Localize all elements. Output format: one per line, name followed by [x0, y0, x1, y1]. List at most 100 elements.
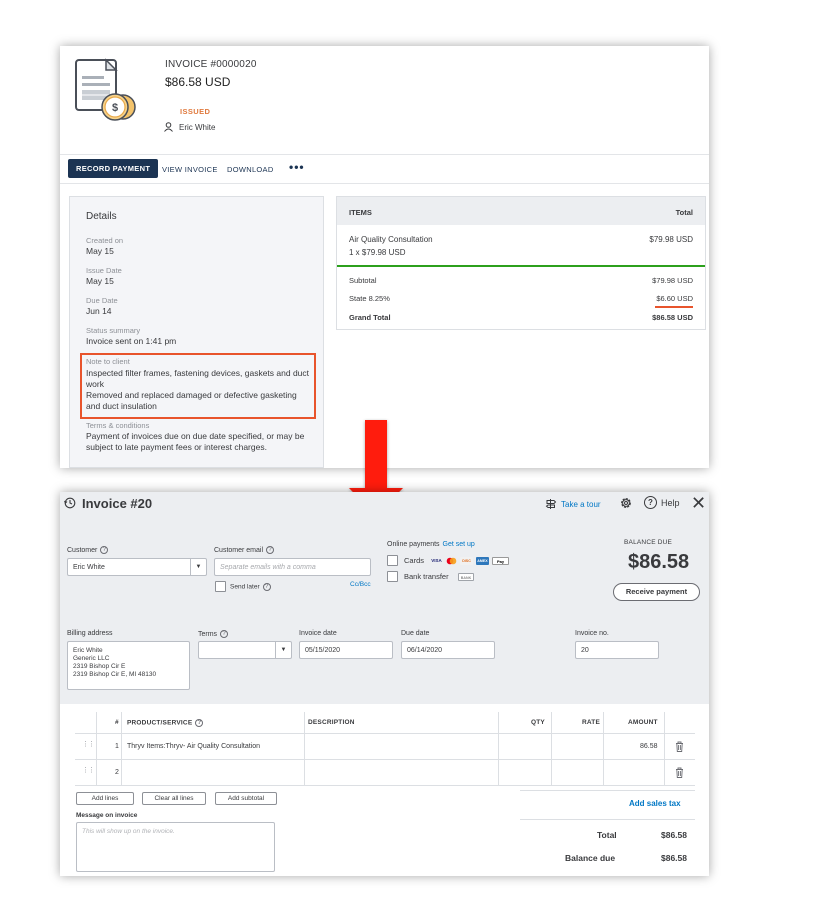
cc-bcc-link[interactable]: Cc/Bcc: [350, 581, 371, 588]
terms-field-label: Terms?: [198, 630, 229, 638]
drag-handle-icon[interactable]: ⋮⋮: [82, 767, 95, 777]
billing-line-2: Generic LLC: [73, 655, 110, 662]
row-number: 1: [115, 743, 119, 750]
chevron-down-icon[interactable]: ▼: [275, 642, 291, 658]
note-text: Inspected filter frames, fastening devic…: [86, 368, 312, 412]
customer-email-input[interactable]: Separate emails with a comma: [214, 558, 371, 576]
svg-text:$: $: [112, 102, 118, 114]
created-value: May 15: [86, 246, 114, 256]
cards-checkbox[interactable]: [387, 555, 398, 566]
billing-address-label: Billing address: [67, 630, 113, 637]
view-invoice-link[interactable]: VIEW INVOICE: [162, 165, 218, 174]
billing-line-1: Eric White: [73, 647, 103, 654]
download-link[interactable]: DOWNLOAD: [227, 165, 274, 174]
help-icon: ?: [644, 496, 657, 509]
customer-name: Eric White: [164, 122, 215, 132]
history-icon[interactable]: [64, 497, 76, 509]
action-bar: RECORD PAYMENT VIEW INVOICE DOWNLOAD •••: [60, 154, 709, 184]
add-sales-tax-link[interactable]: Add sales tax: [629, 799, 681, 808]
col-amount: AMOUNT: [628, 719, 658, 726]
table-row[interactable]: ⋮⋮ 1 Thryv Items:Thryv- Air Quality Cons…: [75, 734, 695, 760]
note-line-1: Inspected filter frames, fastening devic…: [86, 368, 310, 389]
info-icon: ?: [266, 546, 275, 554]
form-title: Invoice #20: [82, 496, 153, 511]
col-product-text: PRODUCT/SERVICE: [127, 719, 193, 727]
customer-email-label-text: Customer email: [214, 546, 264, 554]
due-date-field-label: Due date: [401, 630, 430, 637]
take-a-tour-label: Take a tour: [561, 499, 601, 509]
take-a-tour-link[interactable]: Take a tour: [545, 498, 601, 510]
terms-select[interactable]: ▼: [198, 641, 292, 659]
col-description: DESCRIPTION: [308, 719, 355, 726]
discover-icon: DISC: [460, 557, 473, 565]
drag-handle-icon[interactable]: ⋮⋮: [82, 741, 95, 751]
total-header-label: Total: [675, 208, 693, 217]
invoice-number: INVOICE #0000020: [165, 59, 257, 70]
trash-icon[interactable]: [675, 741, 684, 752]
signpost-icon: [545, 499, 557, 509]
bank-transfer-checkbox[interactable]: [387, 571, 398, 582]
total-value: $86.58: [661, 830, 687, 840]
line-items-header: # PRODUCT/SERVICE? DESCRIPTION QTY RATE …: [75, 712, 695, 734]
item-name: Air Quality Consultation: [349, 235, 433, 244]
send-later-label: Send later?: [230, 583, 271, 591]
subtotal-value: $79.98 USD: [652, 276, 693, 285]
add-lines-button[interactable]: Add lines: [76, 792, 134, 805]
due-date-label: Due Date: [86, 296, 118, 305]
invoice-no-input[interactable]: 20: [575, 641, 659, 659]
invoice-header: $ INVOICE #0000020 $86.58 USD ISSUED Eri…: [60, 46, 709, 154]
customer-label: Customer?: [67, 546, 109, 554]
status-summary-label: Status summary: [86, 326, 141, 335]
row-number: 2: [115, 769, 119, 776]
customer-select-value: Eric White: [73, 564, 105, 571]
due-date-input[interactable]: 06/14/2020: [401, 641, 495, 659]
gear-icon[interactable]: [619, 496, 633, 510]
get-set-up-link[interactable]: Get set up: [443, 541, 475, 548]
info-icon: ?: [220, 630, 229, 638]
message-input[interactable]: This will show up on the invoice.: [76, 822, 275, 872]
billing-address-field[interactable]: Eric White Generic LLC 2319 Bishop Cir E…: [67, 641, 190, 690]
divider: [520, 819, 695, 820]
send-later-label-text: Send later: [230, 583, 260, 591]
receive-payment-button[interactable]: Receive payment: [613, 583, 700, 601]
online-payments-label: Online payments Get set up: [387, 541, 475, 548]
chevron-down-icon[interactable]: ▼: [190, 559, 206, 575]
grand-total-value: $86.58 USD: [652, 313, 693, 322]
record-payment-button[interactable]: RECORD PAYMENT: [68, 159, 159, 178]
status-summary-value: Invoice sent on 1:41 pm: [86, 336, 177, 346]
issue-date-label: Issue Date: [86, 266, 122, 275]
help-button[interactable]: ? Help: [644, 496, 680, 509]
close-icon[interactable]: ✕: [691, 493, 706, 514]
table-row[interactable]: ⋮⋮ 2: [75, 760, 695, 786]
amex-icon: AMEX: [476, 557, 489, 565]
balance-due-amount: $86.58: [628, 551, 690, 573]
issue-date-value: May 15: [86, 276, 114, 286]
more-options-button[interactable]: •••: [289, 160, 305, 174]
send-later-checkbox[interactable]: [215, 581, 226, 592]
balance-due-label: BALANCE DUE: [624, 539, 673, 546]
info-icon: ?: [262, 583, 271, 591]
customer-email-label: Customer email?: [214, 546, 275, 554]
note-label: Note to client: [86, 357, 130, 366]
invoice-date-label: Invoice date: [299, 630, 337, 637]
col-product: PRODUCT/SERVICE?: [127, 719, 204, 727]
terms-label: Terms & conditions: [86, 421, 150, 430]
items-header: ITEMS Total: [337, 197, 705, 225]
invoice-date-input[interactable]: 05/15/2020: [299, 641, 393, 659]
created-label: Created on: [86, 236, 124, 245]
grand-total-label: Grand Total: [349, 313, 391, 322]
customer-select[interactable]: Eric White ▼: [67, 558, 207, 576]
clear-all-lines-button[interactable]: Clear all lines: [142, 792, 206, 805]
invoice-no-label: Invoice no.: [575, 630, 609, 637]
col-number: #: [115, 719, 119, 726]
row-product[interactable]: Thryv Items:Thryv- Air Quality Consultat…: [127, 743, 260, 750]
status-badge: ISSUED: [180, 107, 211, 116]
col-rate: RATE: [582, 719, 601, 726]
visa-icon: VISA: [431, 558, 442, 563]
bank-icon: BANK: [458, 573, 474, 581]
row-amount[interactable]: 86.58: [640, 743, 658, 750]
add-subtotal-button[interactable]: Add subtotal: [215, 792, 277, 805]
total-label: Total: [597, 830, 617, 840]
trash-icon[interactable]: [675, 767, 684, 778]
terms-field-label-text: Terms: [198, 630, 218, 638]
